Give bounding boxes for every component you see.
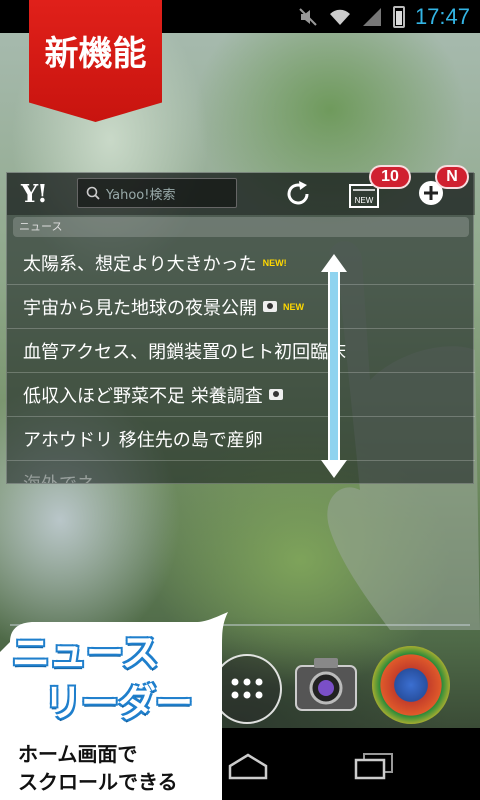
list-item[interactable]: 海外でネ... xyxy=(7,461,475,484)
search-input[interactable]: Yahoo!検索 xyxy=(77,178,237,208)
news-title: 太陽系、想定より大きかった xyxy=(23,253,257,275)
ribbon-text: 新機能 xyxy=(44,33,147,74)
new-icon-label: NEW xyxy=(355,196,374,205)
add-notification-badge: N xyxy=(435,165,469,189)
camera-icon xyxy=(263,301,277,312)
news-reader-widget: Y! Yahoo!検索 NEW 10 N ニュース 太陽系、想定より大きかった … xyxy=(6,165,475,484)
browser-app-icon[interactable] xyxy=(372,646,450,724)
bubble-title-line1: ニュース xyxy=(12,631,159,675)
news-list[interactable]: 太陽系、想定より大きかった NEW! 宇宙から見た地球の夜景公開 NEW 血管ア… xyxy=(7,241,475,483)
camera-app-icon[interactable] xyxy=(292,654,360,716)
bubble-title-line2: リーダー xyxy=(44,681,193,725)
bubble-subtitle-line2: スクロールできる xyxy=(18,770,178,794)
new-feature-ribbon: 新機能 xyxy=(29,0,162,122)
list-item[interactable]: 宇宙から見た地球の夜景公開 NEW xyxy=(7,285,475,329)
new-tag: NEW! xyxy=(262,257,287,268)
camera-icon xyxy=(268,389,283,400)
news-title: 血管アクセス、閉鎖装置のヒト初回臨床 xyxy=(23,341,347,363)
new-tag: NEW xyxy=(283,301,304,312)
signal-icon xyxy=(362,7,381,26)
search-icon xyxy=(86,186,100,200)
list-item[interactable]: アホウドリ 移住先の島で産卵 xyxy=(7,417,475,461)
news-title: 海外でネ... xyxy=(23,470,112,484)
new-count-badge: 10 xyxy=(369,165,411,189)
mute-icon xyxy=(299,7,317,26)
section-header: ニュース xyxy=(13,217,469,237)
news-title: 低収入ほど野菜不足 栄養調査 xyxy=(23,385,263,407)
refresh-icon[interactable] xyxy=(283,179,313,209)
yahoo-logo[interactable]: Y! xyxy=(21,179,48,208)
list-item[interactable]: 太陽系、想定より大きかった NEW! xyxy=(7,241,475,285)
recent-apps-icon[interactable] xyxy=(352,752,396,780)
news-title: 宇宙から見た地球の夜景公開 xyxy=(23,297,257,319)
list-item[interactable]: 低収入ほど野菜不足 栄養調査 xyxy=(7,373,475,417)
list-item[interactable]: 血管アクセス、閉鎖装置のヒト初回臨床 xyxy=(7,329,475,373)
battery-icon xyxy=(392,5,405,28)
scroll-arrow-icon xyxy=(321,254,347,478)
bubble-subtitle-line1: ホーム画面で xyxy=(18,742,138,766)
news-title: アホウドリ 移住先の島で産卵 xyxy=(23,429,263,451)
search-placeholder: Yahoo!検索 xyxy=(106,187,176,203)
clock: 17:47 xyxy=(414,3,470,29)
wifi-icon xyxy=(329,9,350,25)
